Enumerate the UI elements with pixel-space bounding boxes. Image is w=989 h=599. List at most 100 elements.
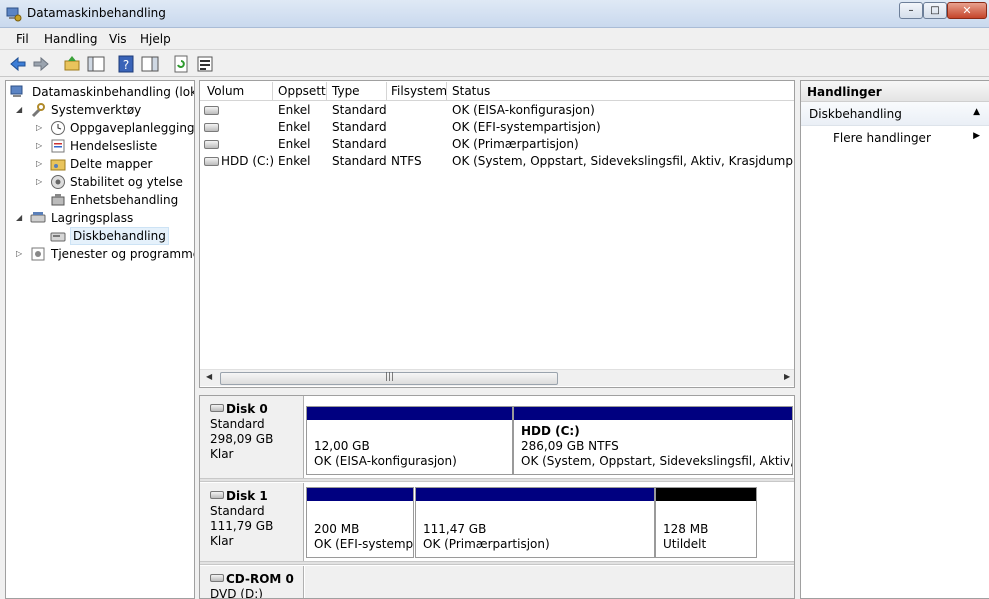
- tree-item-label: Systemverktøy: [51, 103, 142, 117]
- tree-item-system-tools[interactable]: ◢ Systemverktøy: [16, 101, 194, 119]
- tree-item-shared-folders[interactable]: ▷ Delte mapper: [36, 155, 194, 173]
- properties-icon[interactable]: [195, 54, 215, 74]
- partition-bar: [416, 488, 654, 501]
- volume-type: Standard: [332, 154, 386, 168]
- table-row[interactable]: Enkel Standard OK (EISA-konfigurasjon): [200, 102, 794, 119]
- menu-vis[interactable]: Vis: [109, 32, 127, 46]
- tree-item-label: Lagringsplass: [51, 211, 134, 225]
- show-hide-action-pane-icon[interactable]: [140, 54, 160, 74]
- disk-state: Klar: [210, 534, 234, 548]
- partition[interactable]: 200 MB OK (EFI-systempa: [306, 487, 414, 558]
- drive-icon: [204, 157, 219, 166]
- actions-section-disk-management[interactable]: Diskbehandling ▲: [801, 102, 989, 126]
- disk-type: Standard: [210, 504, 265, 518]
- partition[interactable]: 111,47 GB OK (Primærpartisjon): [415, 487, 655, 558]
- partition-bar: [307, 488, 413, 501]
- disk-management-icon: [50, 232, 66, 242]
- column-header-status[interactable]: Status: [452, 84, 490, 98]
- tree-item-services[interactable]: ▷ Tjenester og programmer: [16, 245, 194, 263]
- partition[interactable]: 12,00 GB OK (EISA-konfigurasjon): [306, 406, 513, 475]
- volume-type: Standard: [332, 103, 386, 117]
- tree-item-device-manager[interactable]: Enhetsbehandling: [36, 191, 194, 209]
- disk-name: Disk 1: [226, 489, 268, 503]
- disk-graphical-view: Disk 0 Standard 298,09 GB Klar 12,00 GB …: [199, 395, 795, 599]
- column-header-type[interactable]: Type: [332, 84, 360, 98]
- column-header-filesystem[interactable]: Filsystem: [391, 84, 447, 98]
- table-row[interactable]: HDD (C:) Enkel Standard NTFS OK (System,…: [200, 153, 795, 170]
- column-divider[interactable]: [326, 82, 327, 100]
- forward-icon[interactable]: [31, 54, 51, 74]
- close-icon: ✕: [962, 4, 972, 17]
- maximize-button[interactable]: □: [923, 2, 947, 19]
- expand-arrow-icon[interactable]: ▷: [16, 245, 26, 263]
- expand-arrow-icon[interactable]: ▷: [36, 173, 46, 191]
- scroll-right-icon[interactable]: ▶: [784, 372, 790, 381]
- volume-status: OK (System, Oppstart, Sidevekslingsfil, …: [452, 154, 795, 168]
- disk-icon: [210, 404, 224, 412]
- partition-bar: [307, 407, 512, 420]
- column-header-volume[interactable]: Volum: [207, 84, 244, 98]
- expand-arrow-icon[interactable]: ▷: [36, 155, 46, 173]
- cdrom-0-label[interactable]: CD-ROM 0 DVD (D:): [200, 566, 304, 599]
- partition-status: OK (Primærpartisjon): [423, 537, 550, 551]
- collapse-arrow-icon[interactable]: ◢: [16, 101, 26, 119]
- close-button[interactable]: ✕: [947, 2, 987, 19]
- minimize-icon: –: [908, 5, 914, 16]
- cdrom-icon: [210, 574, 224, 582]
- horizontal-scrollbar[interactable]: ◀ ||| ▶: [200, 369, 794, 386]
- menu-handling[interactable]: Handling: [44, 32, 98, 46]
- show-hide-tree-icon[interactable]: [86, 54, 106, 74]
- disk-1-label[interactable]: Disk 1 Standard 111,79 GB Klar: [200, 483, 304, 561]
- expand-arrow-icon[interactable]: ▷: [36, 137, 46, 155]
- unallocated-partition[interactable]: 128 MB Utildelt: [655, 487, 757, 558]
- submenu-arrow-icon[interactable]: ▶: [973, 131, 980, 141]
- tree-item-label: Hendelsesliste: [70, 139, 158, 153]
- up-folder-icon[interactable]: [62, 54, 82, 74]
- partition-size: 111,47 GB: [423, 522, 487, 536]
- volume-layout: Enkel: [278, 154, 311, 168]
- tree-item-label: Datamaskinbehandling (lokal): [32, 85, 195, 99]
- disk-type: DVD (D:): [210, 587, 263, 599]
- volume-type: Standard: [332, 137, 386, 151]
- menu-fil[interactable]: Fil: [16, 32, 29, 46]
- partition-status: OK (System, Oppstart, Sidevekslingsfil, …: [521, 454, 793, 468]
- tree-item-event-viewer[interactable]: ▷ Hendelsesliste: [36, 137, 194, 155]
- expand-arrow-icon[interactable]: ▷: [36, 119, 46, 137]
- disk-type: Standard: [210, 417, 265, 431]
- tree-item-disk-management[interactable]: Diskbehandling: [36, 227, 194, 245]
- navigation-tree: Datamaskinbehandling (lokal) ◢ Systemver…: [5, 80, 195, 599]
- partition[interactable]: HDD (C:) 286,09 GB NTFS OK (System, Opps…: [513, 406, 793, 475]
- menu-bar: Fil Handling Vis Hjelp: [0, 28, 989, 50]
- collapse-caret-icon[interactable]: ▲: [973, 107, 980, 117]
- grip-icon: |||: [385, 372, 395, 382]
- tree-item-label: Tjenester og programmer: [51, 247, 195, 261]
- back-icon[interactable]: [8, 54, 28, 74]
- more-actions-link[interactable]: Flere handlinger: [833, 131, 931, 145]
- table-row[interactable]: Enkel Standard OK (EFI-systempartisjon): [200, 119, 794, 136]
- help-icon[interactable]: ?: [116, 54, 136, 74]
- disk-separator: [200, 478, 794, 482]
- shared-folder-icon: [50, 159, 66, 171]
- collapse-arrow-icon[interactable]: ◢: [16, 209, 26, 227]
- tree-item-storage[interactable]: ◢ Lagringsplass: [16, 209, 194, 227]
- scrollbar-thumb[interactable]: |||: [220, 372, 558, 385]
- column-header-layout[interactable]: Oppsett: [278, 84, 326, 98]
- minimize-button[interactable]: –: [899, 2, 923, 19]
- column-divider[interactable]: [386, 82, 387, 100]
- column-divider[interactable]: [272, 82, 273, 100]
- storage-icon: [30, 212, 46, 223]
- window-title: Datamaskinbehandling: [27, 6, 166, 20]
- drive-icon: [204, 106, 219, 115]
- table-row[interactable]: Enkel Standard OK (Primærpartisjon): [200, 136, 794, 153]
- tree-item-task-scheduler[interactable]: ▷ Oppgaveplanlegging: [36, 119, 194, 137]
- clock-icon: [51, 121, 65, 135]
- tree-item-computer-management[interactable]: Datamaskinbehandling (lokal): [10, 83, 194, 101]
- refresh-icon[interactable]: [171, 54, 191, 74]
- menu-hjelp[interactable]: Hjelp: [140, 32, 171, 46]
- disk-0-label[interactable]: Disk 0 Standard 298,09 GB Klar: [200, 396, 304, 478]
- disk-name: Disk 0: [226, 402, 268, 416]
- column-divider[interactable]: [446, 82, 447, 100]
- scroll-left-icon[interactable]: ◀: [206, 372, 212, 381]
- disk-name: CD-ROM 0: [226, 572, 294, 586]
- tree-item-reliability[interactable]: ▷ Stabilitet og ytelse: [36, 173, 194, 191]
